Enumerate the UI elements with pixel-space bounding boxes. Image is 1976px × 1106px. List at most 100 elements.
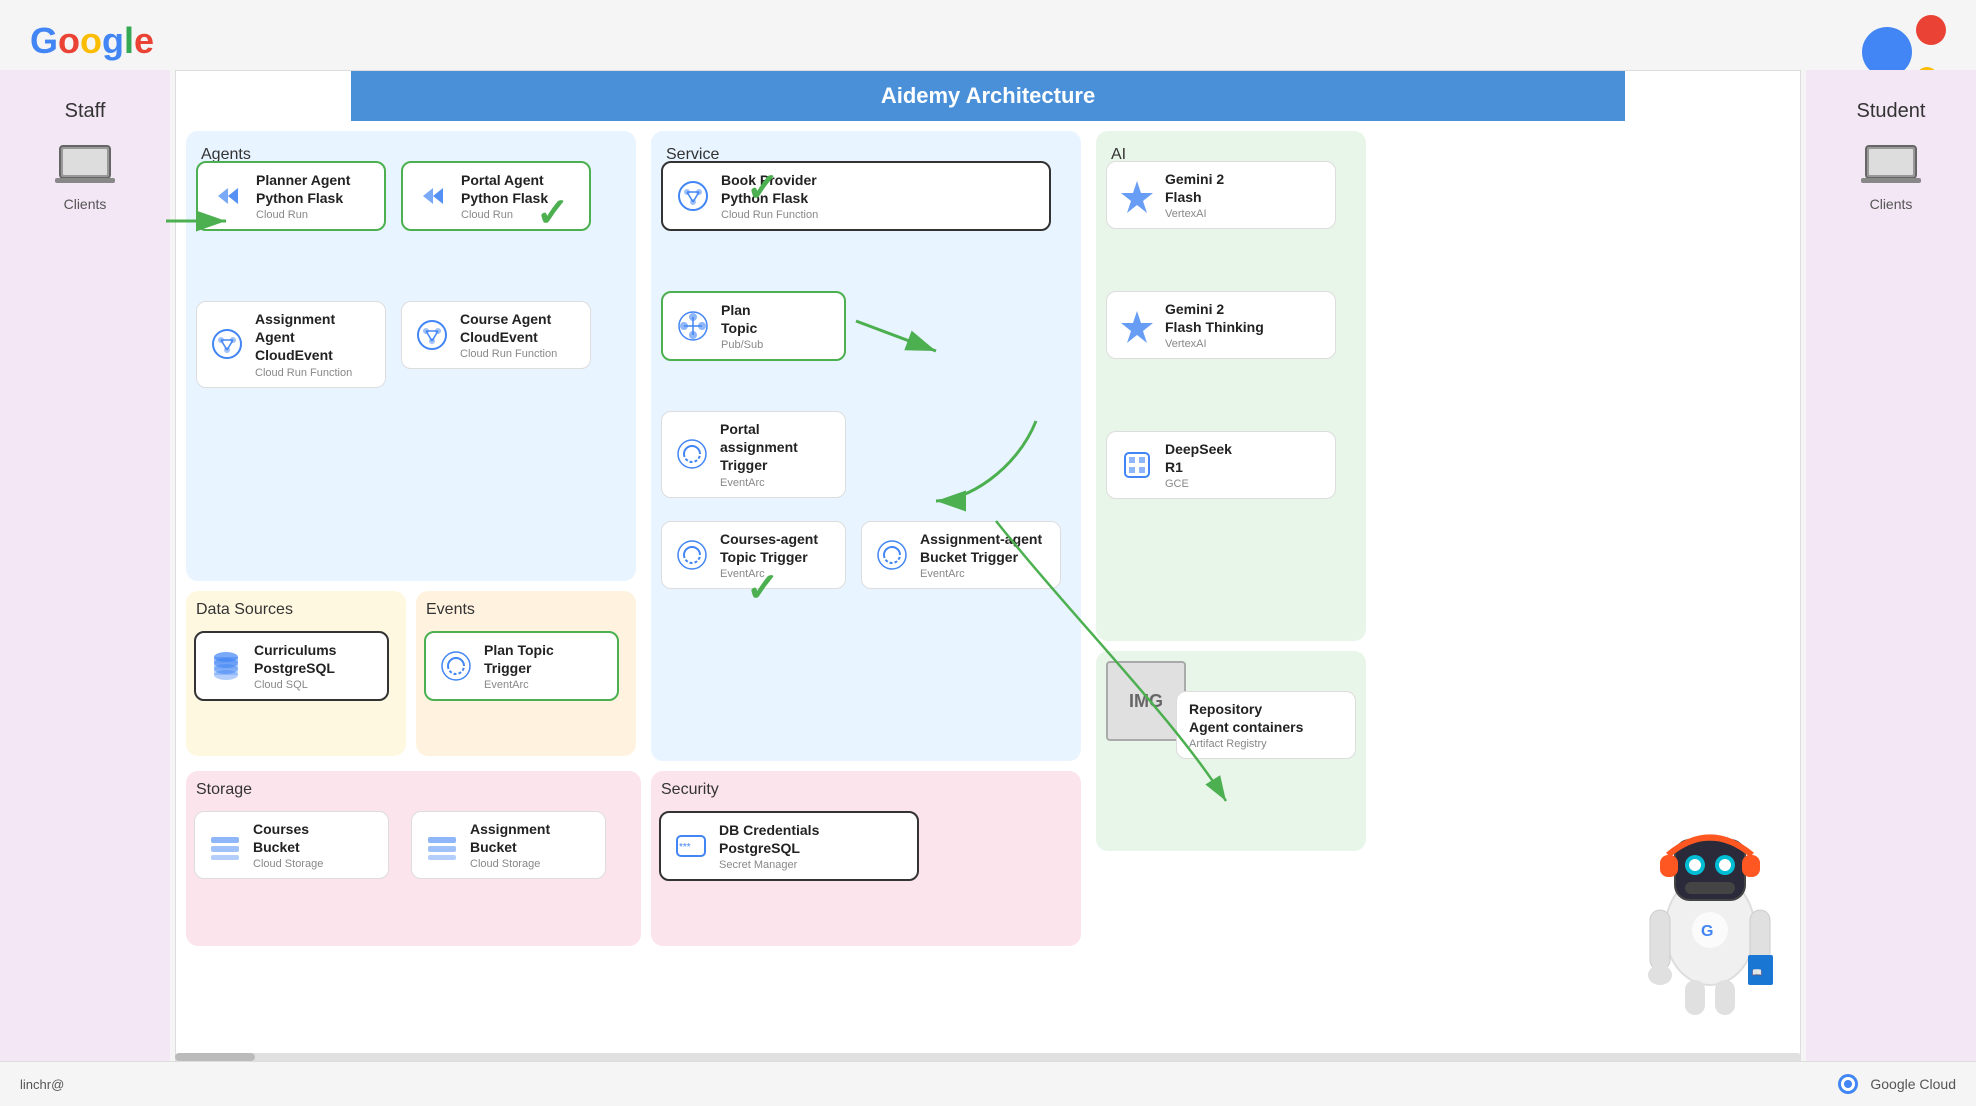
courses-trigger-name: Courses-agentTopic Trigger <box>720 530 818 566</box>
bottom-bar: linchr@ Google Cloud <box>0 1061 1976 1106</box>
book-provider-card: Book ProviderPython Flask Cloud Run Func… <box>661 161 1051 231</box>
repository-sub: Artifact Registry <box>1189 738 1303 750</box>
curriculums-sub: Cloud SQL <box>254 679 336 691</box>
data-sources-section: Data Sources CurriculumsPostgreSQL Cloud… <box>186 591 406 756</box>
staff-panel: Staff Clients <box>0 70 170 1061</box>
google-g2: g <box>102 20 124 62</box>
book-provider-icon <box>675 178 711 214</box>
assignment-trigger-card: Assignment-agentBucket Trigger EventArc <box>861 521 1061 589</box>
planner-agent-sub: Cloud Run <box>256 209 350 221</box>
ai-section: AI Gemini 2Flash VertexAI Gemini 2Flash … <box>1096 131 1366 641</box>
portal-trigger-name: Portal assignmentTrigger <box>720 420 833 475</box>
portal-agent-card: Portal AgentPython Flask Cloud Run <box>401 161 591 231</box>
courses-trigger-sub: EventArc <box>720 568 818 580</box>
student-client-label: Clients <box>1870 196 1913 212</box>
curriculums-name: CurriculumsPostgreSQL <box>254 641 336 677</box>
book-provider-sub: Cloud Run Function <box>721 209 818 221</box>
google-l: l <box>124 20 134 62</box>
google-o2: o <box>80 20 102 62</box>
gemini2-thinking-icon <box>1119 307 1155 343</box>
storage-section-title: Storage <box>196 781 631 799</box>
robot-illustration: 📖 G <box>1630 800 1790 1000</box>
diagram-area: Agents Planner AgentPython Flask Cloud R… <box>176 121 1800 1060</box>
deepseek-icon <box>1119 447 1155 483</box>
courses-bucket-icon <box>207 827 243 863</box>
portal-agent-name: Portal AgentPython Flask <box>461 171 548 207</box>
planner-agent-card: Planner AgentPython Flask Cloud Run <box>196 161 386 231</box>
db-credentials-card: *** DB CredentialsPostgreSQL Secret Mana… <box>659 811 919 881</box>
plan-topic-trigger-name: Plan TopicTrigger <box>484 641 554 677</box>
student-title: Student <box>1857 100 1926 123</box>
assignment-agent-card: Assignment AgentCloudEvent Cloud Run Fun… <box>196 301 386 388</box>
book-provider-name: Book ProviderPython Flask <box>721 171 818 207</box>
db-credentials-icon: *** <box>673 828 709 864</box>
db-credentials-name: DB CredentialsPostgreSQL <box>719 821 819 857</box>
portal-agent-icon <box>415 178 451 214</box>
events-section: Events Plan TopicTrigger EventArc <box>416 591 636 756</box>
deepseek-card: DeepSeekR1 GCE <box>1106 431 1336 499</box>
plan-topic-card: PlanTopic Pub/Sub <box>661 291 846 361</box>
staff-laptop-icon <box>55 143 115 188</box>
security-section: Security *** DB CredentialsPostgreSQL Se… <box>651 771 1081 946</box>
architecture-title: Aidemy Architecture <box>881 83 1095 108</box>
db-credentials-sub: Secret Manager <box>719 859 819 871</box>
courses-trigger-card: Courses-agentTopic Trigger EventArc <box>661 521 846 589</box>
img-box: IMG <box>1106 661 1186 741</box>
portal-trigger-sub: EventArc <box>720 477 833 489</box>
security-section-title: Security <box>661 781 1071 799</box>
repository-card: RepositoryAgent containers Artifact Regi… <box>1176 691 1356 759</box>
google-g: G <box>30 20 58 62</box>
gemini-circle-red <box>1916 15 1946 45</box>
gemini2-thinking-card: Gemini 2Flash Thinking VertexAI <box>1106 291 1336 359</box>
google-o1: o <box>58 20 80 62</box>
portal-trigger-icon <box>674 436 710 472</box>
artifact-section: IMG RepositoryAgent containers Artifact … <box>1096 651 1366 851</box>
deepseek-name: DeepSeekR1 <box>1165 440 1232 476</box>
portal-trigger-card: Portal assignmentTrigger EventArc <box>661 411 846 498</box>
google-logo: G o o g l e <box>30 20 154 62</box>
planner-agent-name: Planner AgentPython Flask <box>256 171 350 207</box>
assignment-trigger-sub: EventArc <box>920 568 1042 580</box>
main-container: Aidemy Architecture Agents Planner Agent… <box>175 70 1801 1061</box>
plan-topic-trigger-icon <box>438 648 474 684</box>
staff-title: Staff <box>65 100 106 123</box>
curriculums-card: CurriculumsPostgreSQL Cloud SQL <box>194 631 389 701</box>
staff-client-label: Clients <box>64 196 107 212</box>
svg-text:📖: 📖 <box>1752 968 1762 977</box>
svg-text:***: *** <box>679 842 691 853</box>
google-e: e <box>134 20 154 62</box>
events-section-title: Events <box>426 601 626 619</box>
courses-bucket-name: CoursesBucket <box>253 820 323 856</box>
gc-logo-icon <box>1834 1070 1862 1098</box>
assignment-bucket-sub: Cloud Storage <box>470 858 550 870</box>
repository-name: RepositoryAgent containers <box>1189 700 1303 736</box>
google-cloud-text: Google Cloud <box>1870 1076 1956 1092</box>
portal-agent-sub: Cloud Run <box>461 209 548 221</box>
planner-agent-icon <box>210 178 246 214</box>
gemini2-flash-card: Gemini 2Flash VertexAI <box>1106 161 1336 229</box>
scrollbar-thumb[interactable] <box>175 1053 255 1061</box>
courses-bucket-sub: Cloud Storage <box>253 858 323 870</box>
course-agent-icon <box>414 317 450 353</box>
assignment-bucket-name: AssignmentBucket <box>470 820 550 856</box>
gemini2-flash-icon <box>1119 177 1155 213</box>
courses-bucket-card: CoursesBucket Cloud Storage <box>194 811 389 879</box>
scrollbar[interactable] <box>175 1053 1801 1061</box>
plan-topic-trigger-card: Plan TopicTrigger EventArc <box>424 631 619 701</box>
gemini2-flash-sub: VertexAI <box>1165 208 1224 220</box>
gemini2-flash-name: Gemini 2Flash <box>1165 170 1224 206</box>
svg-text:G: G <box>1701 923 1713 940</box>
deepseek-sub: GCE <box>1165 478 1232 490</box>
courses-trigger-icon <box>674 537 710 573</box>
plan-topic-name: PlanTopic <box>721 301 763 337</box>
assignment-agent-icon <box>209 326 245 362</box>
assignment-bucket-icon <box>424 827 460 863</box>
gemini2-thinking-name: Gemini 2Flash Thinking <box>1165 300 1264 336</box>
course-agent-sub: Cloud Run Function <box>460 348 557 360</box>
data-sources-title: Data Sources <box>196 601 396 619</box>
assignment-trigger-icon <box>874 537 910 573</box>
student-panel: Student Clients <box>1806 70 1976 1061</box>
bottom-username: linchr@ <box>20 1077 64 1092</box>
gemini2-thinking-sub: VertexAI <box>1165 338 1264 350</box>
architecture-header: Aidemy Architecture <box>351 71 1625 121</box>
